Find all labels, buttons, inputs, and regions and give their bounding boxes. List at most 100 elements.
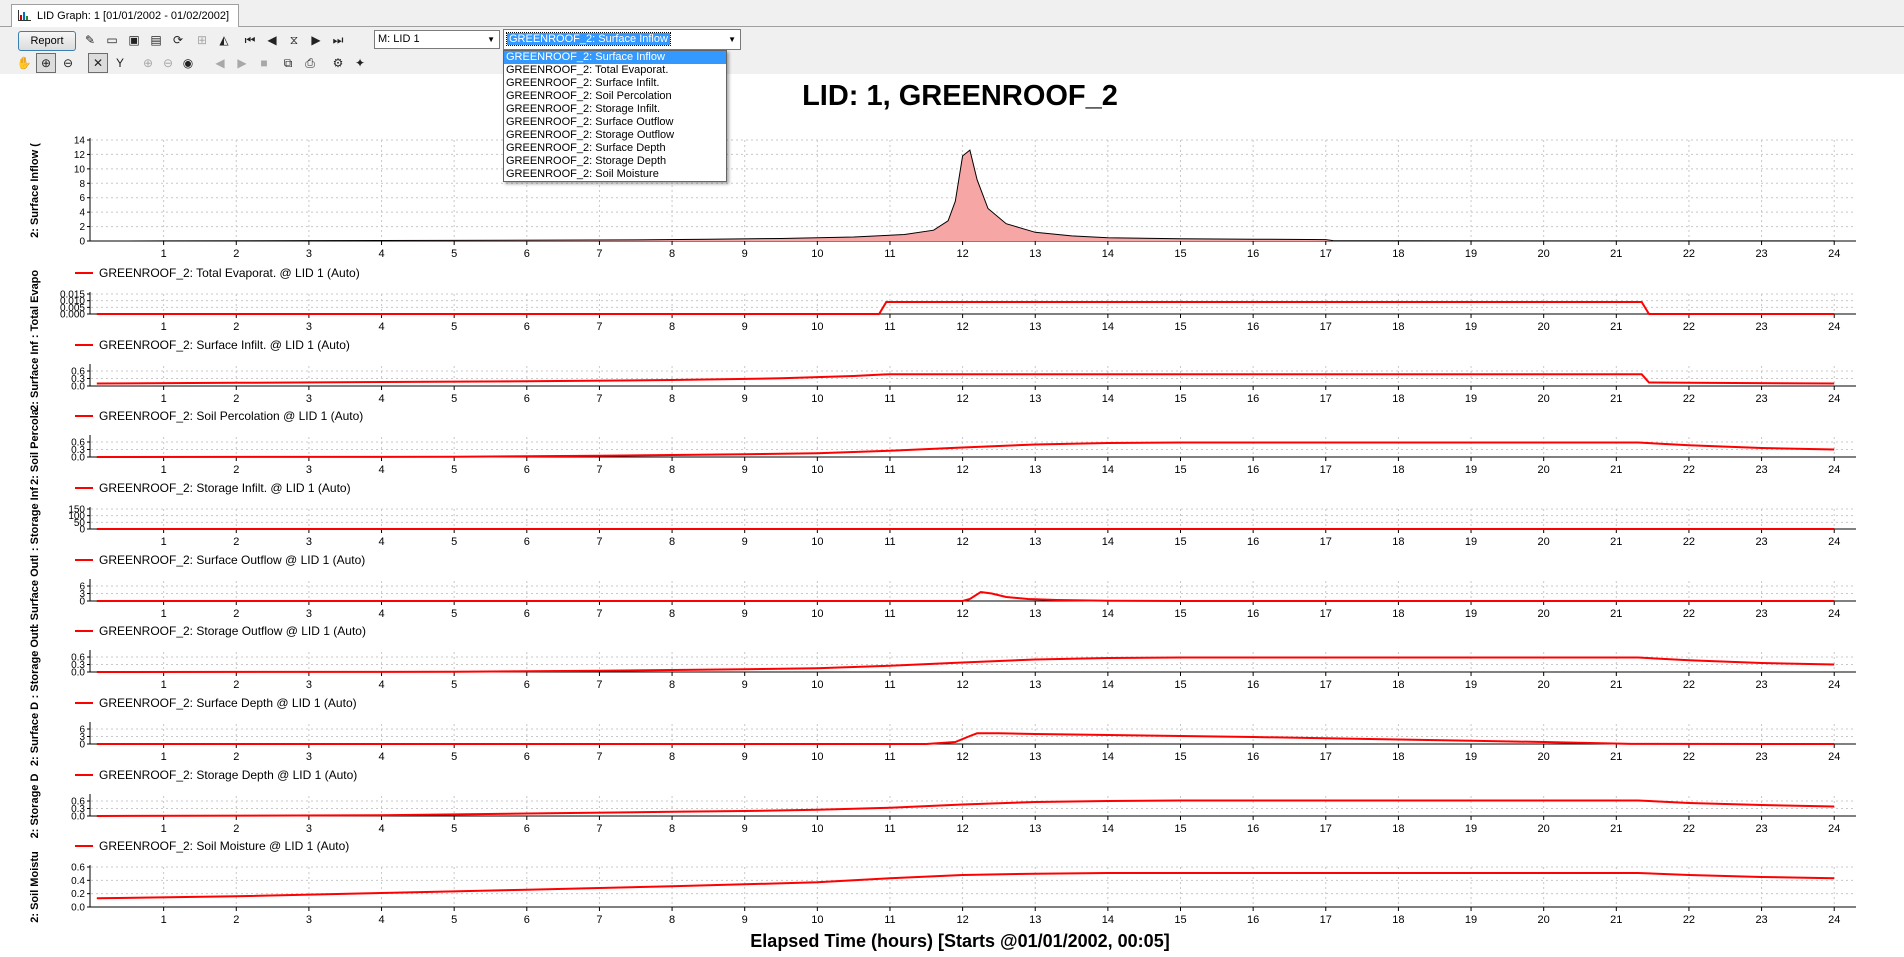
zoom-out-disabled-icon[interactable]: ⊖ xyxy=(158,53,178,73)
x-tick-label: 6 xyxy=(524,751,530,763)
refresh-icon[interactable]: ⟳ xyxy=(168,30,188,50)
x-tick-label: 8 xyxy=(669,248,675,260)
x-tick-label: 2 xyxy=(233,536,239,548)
zoom-in-icon[interactable]: ⊕ xyxy=(36,53,56,73)
zoom-out-icon[interactable]: ⊖ xyxy=(58,53,78,73)
x-tick-label: 12 xyxy=(956,608,968,620)
zoom-in-disabled-icon[interactable]: ⊕ xyxy=(138,53,158,73)
y-tick-label: 2 xyxy=(79,222,85,233)
x-axis-label: Elapsed Time (hours) [Starts @01/01/2002… xyxy=(750,931,1169,951)
x-tick-label: 18 xyxy=(1392,248,1404,260)
x-tick-label: 21 xyxy=(1610,536,1622,548)
x-tick-label: 3 xyxy=(306,393,312,405)
scroll-left-icon[interactable]: ◀ xyxy=(210,53,230,73)
dropdown-option[interactable]: GREENROOF_2: Soil Moisture xyxy=(504,168,726,181)
properties-icon[interactable]: ⚙ xyxy=(328,53,348,73)
x-tick-label: 13 xyxy=(1029,679,1041,691)
legend-entry: GREENROOF_2: Surface Infilt. @ LID 1 (Au… xyxy=(99,338,350,352)
x-tick-label: 9 xyxy=(742,321,748,333)
x-tick-label: 20 xyxy=(1538,751,1550,763)
location-select[interactable]: M: LID 1 ▼ xyxy=(374,30,500,49)
x-tick-label: 21 xyxy=(1610,393,1622,405)
open-folder-icon[interactable]: ▭ xyxy=(102,30,122,50)
pan-hand-icon[interactable]: ✋ xyxy=(14,53,34,73)
y-tick-label: 0.6 xyxy=(71,863,85,874)
chevron-down-icon: ▼ xyxy=(487,35,495,44)
dropdown-option[interactable]: GREENROOF_2: Soil Percolation xyxy=(504,90,726,103)
x-tick-label: 6 xyxy=(524,823,530,835)
print-icon[interactable]: ⎙ xyxy=(300,53,320,73)
legend-entry: GREENROOF_2: Soil Moisture @ LID 1 (Auto… xyxy=(99,839,349,853)
graph-type-icon[interactable]: ◭ xyxy=(214,30,234,50)
chart-options-icon[interactable]: ⊞ xyxy=(192,30,212,50)
report-button[interactable]: Report xyxy=(18,31,76,51)
first-step-icon[interactable]: ⏮ xyxy=(240,30,260,50)
legend-entry: GREENROOF_2: Surface Outflow @ LID 1 (Au… xyxy=(99,553,365,567)
series-select[interactable]: GREENROOF_2: Surface Inflow ▼ xyxy=(503,29,741,50)
dropdown-option[interactable]: GREENROOF_2: Storage Depth xyxy=(504,155,726,168)
globe-icon[interactable]: ◉ xyxy=(178,53,198,73)
legend-entry: GREENROOF_2: Storage Depth @ LID 1 (Auto… xyxy=(99,768,357,782)
dropdown-option[interactable]: GREENROOF_2: Surface Inflow xyxy=(504,51,726,64)
step-back-icon[interactable]: ◀ xyxy=(262,30,282,50)
dropdown-option[interactable]: GREENROOF_2: Surface Outflow xyxy=(504,116,726,129)
edit-graph-icon[interactable]: ✎ xyxy=(80,30,100,50)
x-tick-label: 3 xyxy=(306,823,312,835)
x-tick-label: 24 xyxy=(1828,608,1840,620)
x-tick-label: 12 xyxy=(956,914,968,926)
x-tick-label: 11 xyxy=(884,914,895,926)
save-icon[interactable]: ▣ xyxy=(124,30,144,50)
x-tick-label: 14 xyxy=(1102,751,1114,763)
cursor-cross-icon[interactable]: ✕ xyxy=(88,53,108,73)
x-tick-label: 8 xyxy=(669,679,675,691)
y-axis-label: : Surface Outl xyxy=(29,555,41,627)
copy-icon[interactable]: ⧉ xyxy=(278,53,298,73)
x-tick-label: 22 xyxy=(1683,393,1695,405)
lid-graph-tab[interactable]: LID Graph: 1 [01/01/2002 - 01/02/2002] xyxy=(11,4,239,27)
y-tick-label: 0.6 xyxy=(71,797,85,808)
x-tick-label: 12 xyxy=(956,536,968,548)
x-tick-label: 11 xyxy=(884,751,895,763)
x-tick-label: 20 xyxy=(1538,679,1550,691)
x-tick-label: 17 xyxy=(1320,248,1332,260)
scroll-right-icon[interactable]: ▶ xyxy=(232,53,252,73)
x-tick-label: 15 xyxy=(1174,823,1186,835)
save-as-icon[interactable]: ▤ xyxy=(146,30,166,50)
stop-icon[interactable]: ■ xyxy=(254,53,274,73)
dropdown-option[interactable]: GREENROOF_2: Storage Outflow xyxy=(504,129,726,142)
dropdown-option[interactable]: GREENROOF_2: Storage Infilt. xyxy=(504,103,726,116)
x-tick-label: 15 xyxy=(1174,248,1186,260)
x-tick-label: 2 xyxy=(233,321,239,333)
dropdown-option[interactable]: GREENROOF_2: Surface Infilt. xyxy=(504,77,726,90)
step-forward-icon[interactable]: ▶ xyxy=(306,30,326,50)
dropdown-option[interactable]: GREENROOF_2: Total Evaporat. xyxy=(504,64,726,77)
x-tick-label: 13 xyxy=(1029,464,1041,476)
x-tick-label: 1 xyxy=(161,248,167,260)
y-tick-label: 6 xyxy=(79,725,85,736)
x-tick-label: 23 xyxy=(1755,914,1767,926)
x-tick-label: 9 xyxy=(742,823,748,835)
x-tick-label: 11 xyxy=(884,393,895,405)
y-tick-label: 0.2 xyxy=(71,889,85,900)
x-tick-label: 5 xyxy=(451,914,457,926)
series-line xyxy=(96,301,1835,315)
chart-panel: 0.00.20.40.61 2 3 4 5 6 7 8 9 10 11 12 13 14 15 16 17 18 1… xyxy=(29,839,1856,926)
x-tick-label: 5 xyxy=(451,321,457,333)
hourglass-icon[interactable]: ⧖ xyxy=(284,30,304,50)
x-tick-label: 10 xyxy=(811,914,823,926)
x-tick-label: 15 xyxy=(1174,464,1186,476)
x-tick-label: 18 xyxy=(1392,464,1404,476)
x-tick-label: 18 xyxy=(1392,393,1404,405)
last-step-icon[interactable]: ⏭ xyxy=(328,30,348,50)
x-tick-label: 10 xyxy=(811,393,823,405)
x-tick-label: 4 xyxy=(378,679,384,691)
x-tick-label: 23 xyxy=(1755,464,1767,476)
export-icon[interactable]: ✦ xyxy=(350,53,370,73)
x-tick-label: 1 xyxy=(161,464,167,476)
x-tick-label: 17 xyxy=(1320,536,1332,548)
dropdown-option[interactable]: GREENROOF_2: Surface Depth xyxy=(504,142,726,155)
y-cursor-icon[interactable]: Y xyxy=(110,53,130,73)
x-tick-label: 5 xyxy=(451,751,457,763)
x-tick-label: 15 xyxy=(1174,751,1186,763)
series-value: GREENROOF_2: Surface Inflow xyxy=(506,32,671,46)
